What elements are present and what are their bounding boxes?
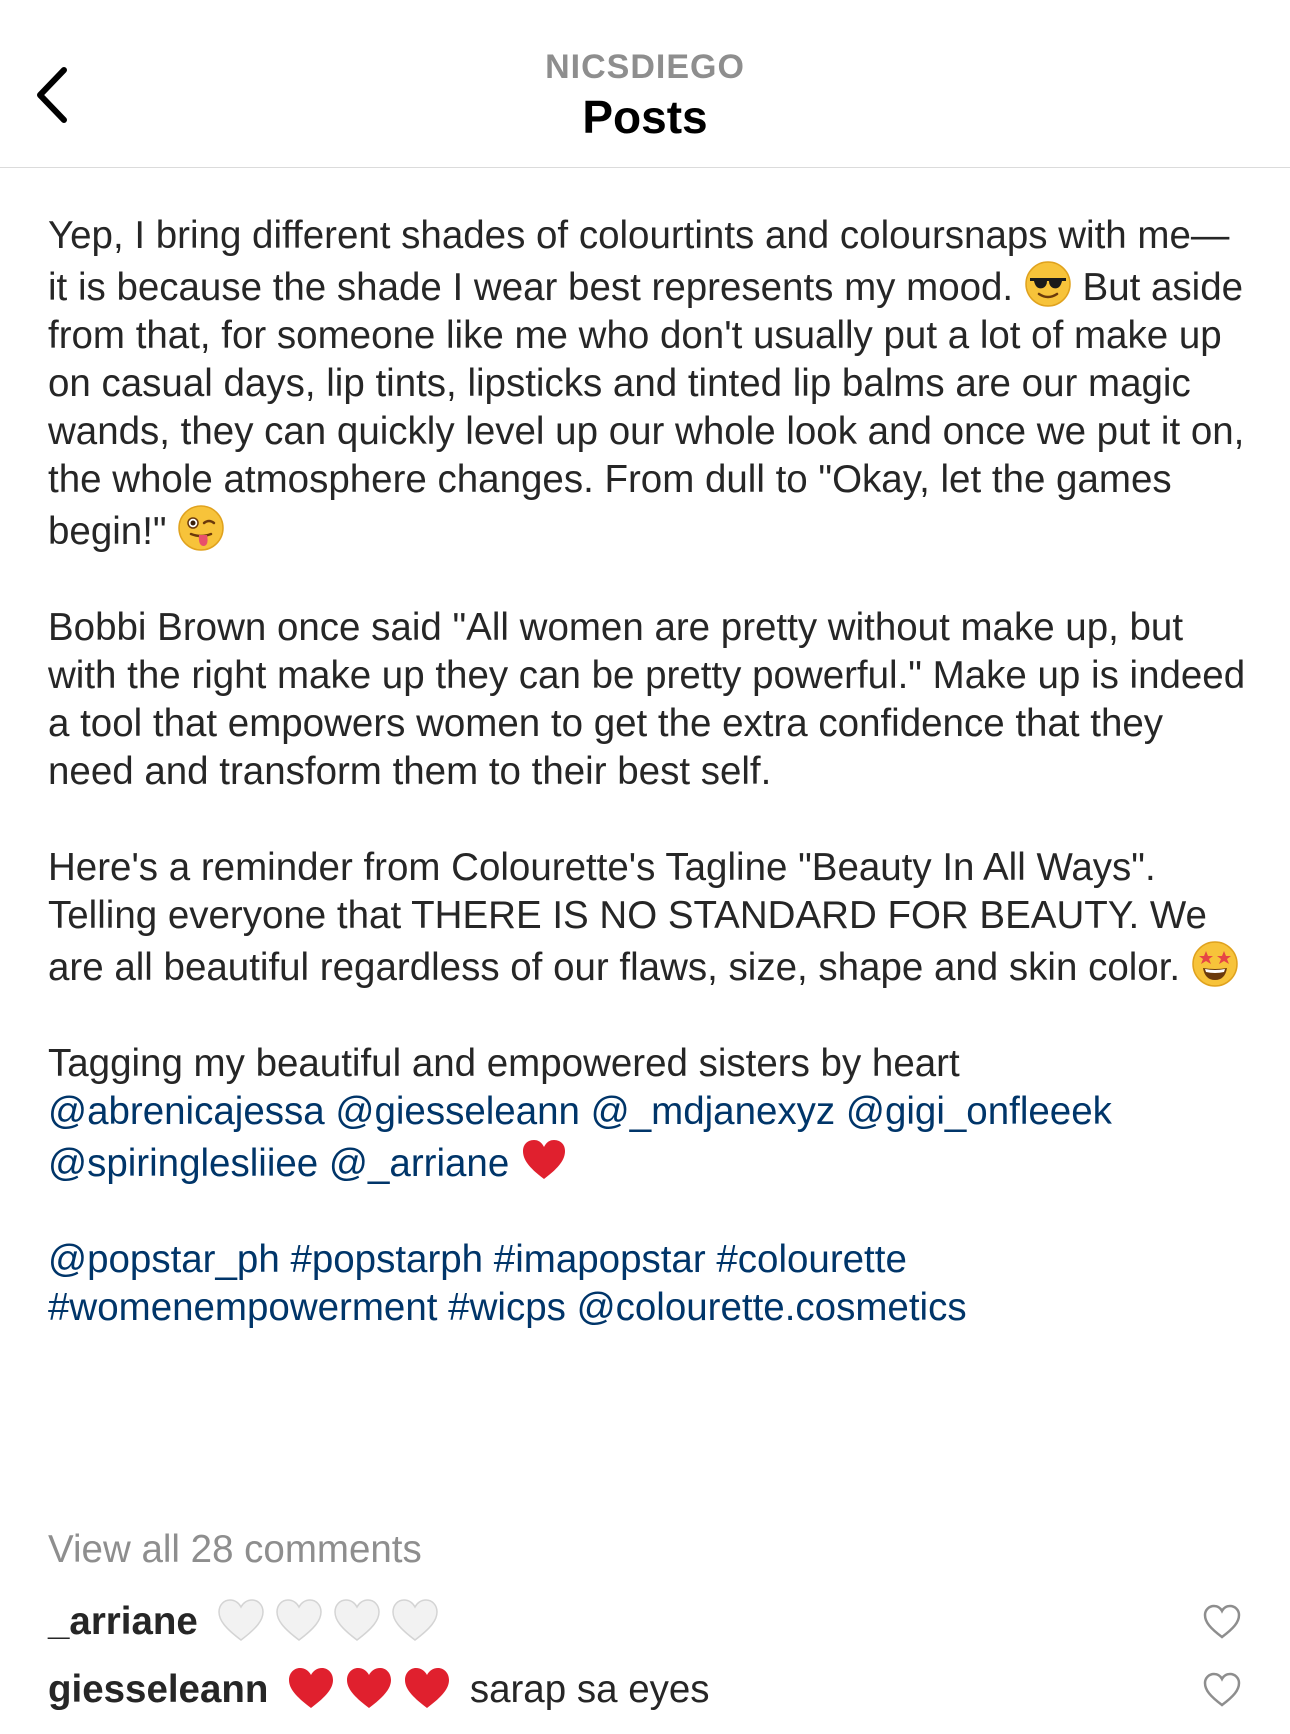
- caption-paragraph-1: Yep, I bring different shades of colourt…: [48, 212, 1248, 556]
- mention-link[interactable]: @gigi_onfleeek: [846, 1090, 1112, 1133]
- comment-text: sarap sa eyes: [469, 1668, 710, 1711]
- red-heart-icon: [289, 1668, 334, 1708]
- comment-row: giesseleann sarap sa eyes: [48, 1664, 1242, 1724]
- mention-link[interactable]: @abrenicajessa: [48, 1090, 325, 1133]
- comment-emojis: [285, 1664, 459, 1722]
- like-heart-icon[interactable]: [1202, 1604, 1242, 1650]
- comment-emojis: [215, 1596, 447, 1654]
- red-heart-icon: [405, 1668, 450, 1708]
- caption-paragraph-2: Bobbi Brown once said "All women are pre…: [48, 606, 1246, 793]
- winking-tongue-face-icon: [177, 504, 225, 552]
- caption-text: Here's a reminder from Colourette's Tagl…: [48, 846, 1207, 989]
- caption-text: Tagging my beautiful and empowered siste…: [48, 1042, 960, 1085]
- comment-username[interactable]: giesseleann: [48, 1668, 268, 1711]
- hashtag-link[interactable]: #imapopstar: [494, 1238, 706, 1281]
- white-heart-icon: [391, 1599, 438, 1641]
- sunglasses-face-icon: [1024, 260, 1072, 308]
- caption-text: But aside from that, for someone like me…: [48, 266, 1245, 553]
- red-heart-icon: [520, 1136, 568, 1184]
- hashtag-link[interactable]: #womenempowerment: [48, 1286, 437, 1329]
- like-heart-icon[interactable]: [1202, 1672, 1242, 1718]
- mention-link[interactable]: @_mdjanexyz: [591, 1090, 836, 1133]
- profile-username: NICSDIEGO: [545, 48, 745, 86]
- caption-paragraph-5: @popstar_ph #popstarph #imapopstar #colo…: [48, 1236, 1248, 1332]
- white-heart-icon: [275, 1599, 322, 1641]
- hashtag-link[interactable]: #wicps: [448, 1286, 566, 1329]
- caption-paragraph-3: Here's a reminder from Colourette's Tagl…: [48, 844, 1248, 992]
- mention-link[interactable]: @spiringlesliiee: [48, 1142, 318, 1185]
- caption-paragraph-4: Tagging my beautiful and empowered siste…: [48, 1040, 1248, 1188]
- mention-link[interactable]: @_arriane: [329, 1142, 509, 1185]
- hashtag-link[interactable]: #colourette: [716, 1238, 907, 1281]
- comment-row: _arriane: [48, 1596, 1242, 1656]
- mention-link[interactable]: @giesseleann: [335, 1090, 580, 1133]
- view-all-comments-link[interactable]: View all 28 comments: [48, 1528, 422, 1572]
- hashtag-link[interactable]: #popstarph: [290, 1238, 483, 1281]
- comment-username[interactable]: _arriane: [48, 1600, 198, 1643]
- mention-link[interactable]: @popstar_ph: [48, 1238, 280, 1281]
- post-caption: Yep, I bring different shades of colourt…: [48, 212, 1248, 1332]
- star-struck-face-icon: [1191, 940, 1239, 988]
- white-heart-icon: [333, 1599, 380, 1641]
- white-heart-icon: [217, 1599, 264, 1641]
- nav-header: NICSDIEGO Posts: [0, 0, 1290, 168]
- red-heart-icon: [347, 1668, 392, 1708]
- mention-link[interactable]: @colourette.cosmetics: [577, 1286, 967, 1329]
- page-title: Posts: [582, 91, 708, 143]
